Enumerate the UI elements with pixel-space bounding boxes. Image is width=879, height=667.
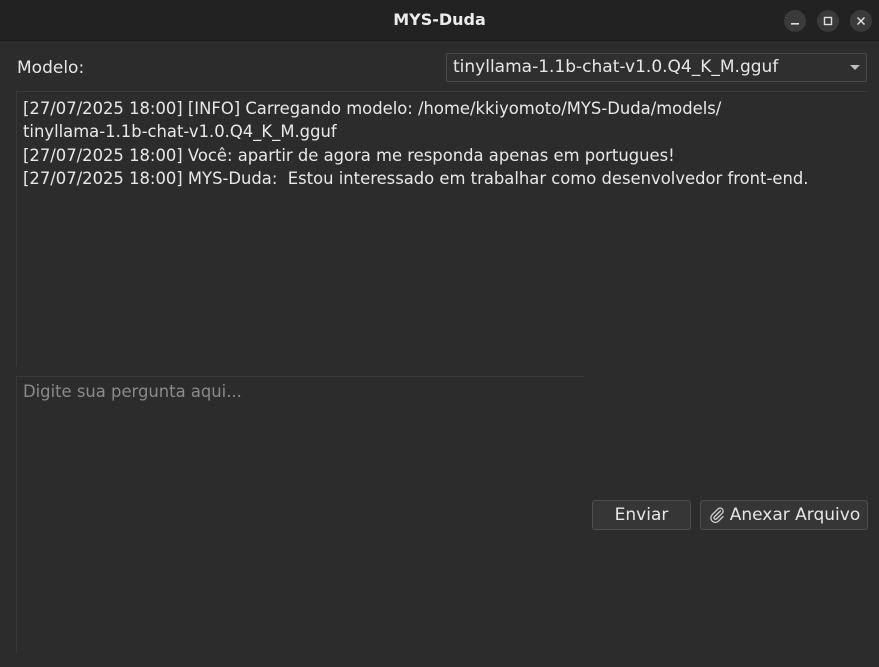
model-dropdown[interactable]: tinyllama-1.1b-chat-v1.0.Q4_K_M.gguf bbox=[446, 53, 867, 82]
maximize-icon bbox=[823, 16, 833, 26]
maximize-button[interactable] bbox=[817, 10, 839, 32]
question-input-area[interactable] bbox=[16, 377, 584, 653]
chat-line: [27/07/2025 18:00] MYS-Duda: Estou inter… bbox=[23, 168, 809, 188]
title-bar[interactable]: MYS-Duda bbox=[0, 0, 879, 41]
chat-log[interactable]: [27/07/2025 18:00] [INFO] Carregando mod… bbox=[16, 91, 869, 367]
send-button[interactable]: Enviar bbox=[592, 500, 691, 530]
chat-line: [27/07/2025 18:00] Você: apartir de agor… bbox=[23, 145, 675, 165]
chat-line: tinyllama-1.1b-chat-v1.0.Q4_K_M.gguf bbox=[23, 122, 337, 142]
close-button[interactable] bbox=[850, 10, 872, 32]
close-icon bbox=[856, 16, 866, 26]
attach-file-label: Anexar Arquivo bbox=[729, 505, 861, 525]
minimize-button[interactable] bbox=[784, 10, 806, 32]
chevron-down-icon bbox=[850, 65, 860, 70]
attach-file-button[interactable]: Anexar Arquivo bbox=[700, 500, 868, 530]
question-input[interactable] bbox=[17, 377, 584, 653]
chat-line: [27/07/2025 18:00] [INFO] Carregando mod… bbox=[23, 99, 722, 118]
window-title: MYS-Duda bbox=[393, 10, 486, 29]
model-label: Modelo: bbox=[17, 58, 85, 78]
app-window: MYS-Duda Modelo: tinyllama-1.1b-chat-v1.… bbox=[0, 0, 879, 667]
paperclip-icon bbox=[708, 506, 726, 524]
model-selected-value: tinyllama-1.1b-chat-v1.0.Q4_K_M.gguf bbox=[453, 57, 779, 77]
minimize-icon bbox=[791, 23, 799, 25]
